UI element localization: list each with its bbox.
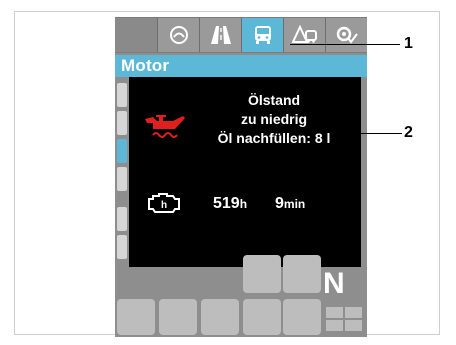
indicator-slot	[243, 299, 281, 335]
bus-icon	[254, 26, 271, 44]
side-menu	[115, 77, 129, 267]
tab-vehicle[interactable]	[242, 18, 284, 52]
engine-hours-value: 519h	[213, 195, 248, 212]
message-line: zu niedrig	[240, 111, 308, 127]
title-bar: Motor	[115, 55, 367, 77]
tab-warnings[interactable]	[284, 18, 326, 52]
small-indicator-grid	[326, 307, 364, 333]
indicator-slot	[201, 299, 239, 335]
cluster-display: Motor Ölstand zu niedrig Öl nachfüllen: …	[115, 17, 367, 337]
side-item[interactable]	[117, 167, 127, 191]
callout-label-2: 2	[404, 124, 413, 141]
road-icon	[210, 26, 231, 44]
gear-indicator: N	[323, 267, 345, 300]
engine-minutes-value: 9min	[275, 195, 306, 212]
svg-text:h: h	[161, 200, 167, 211]
message-panel: Ölstand zu niedrig Öl nachfüllen: 8 l h …	[129, 77, 361, 267]
tab-bar	[115, 17, 367, 53]
warning-bus-icon	[291, 25, 317, 43]
tab-blank[interactable]	[115, 18, 158, 52]
speedometer-icon	[169, 26, 188, 44]
indicator-slot	[283, 255, 321, 293]
side-item-active[interactable]	[117, 139, 127, 163]
side-item[interactable]	[117, 207, 127, 231]
callout-line-2	[348, 133, 402, 134]
tab-road[interactable]	[200, 18, 242, 52]
page-title: Motor	[121, 56, 170, 75]
message-line: Ölstand	[247, 92, 301, 108]
oil-can-warning-icon	[143, 113, 189, 146]
callout-label-1: 1	[404, 35, 413, 52]
side-item[interactable]	[117, 111, 127, 135]
message-line: Öl nachfüllen: 8 l	[217, 130, 331, 146]
engine-hours-icon: h	[147, 191, 181, 220]
tab-settings[interactable]	[326, 18, 367, 52]
callout-line-1	[290, 44, 400, 45]
tab-speedometer[interactable]	[158, 18, 200, 52]
indicator-slot	[243, 255, 281, 293]
oil-level-message: Ölstand zu niedrig Öl nachfüllen: 8 l	[189, 91, 359, 148]
side-item[interactable]	[117, 235, 127, 259]
indicator-slot	[159, 299, 197, 335]
indicator-slot	[283, 299, 321, 335]
side-item[interactable]	[117, 83, 127, 107]
indicator-slot	[117, 299, 155, 335]
settings-check-icon	[336, 26, 358, 44]
